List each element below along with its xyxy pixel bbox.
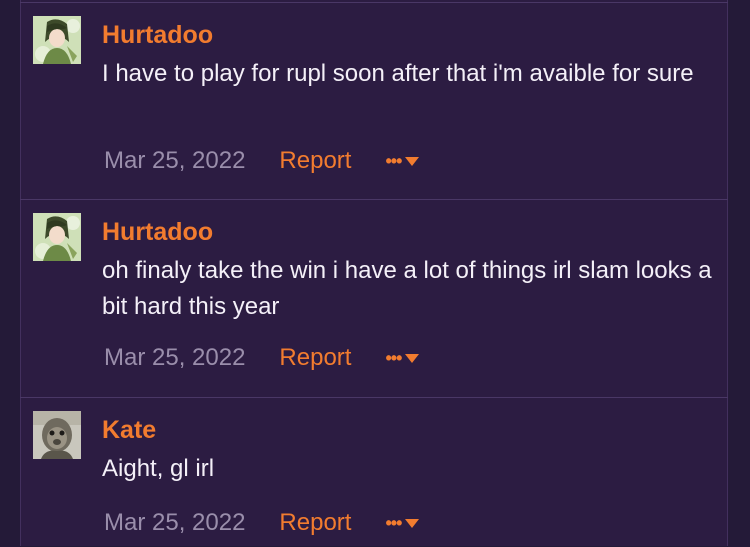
- message-text: oh finaly take the win i have a lot of t…: [102, 257, 712, 320]
- avatar[interactable]: [33, 411, 81, 459]
- message-meta: Mar 25, 2022 Report •••: [104, 146, 420, 176]
- more-options-button[interactable]: •••: [385, 348, 420, 368]
- message-text: I have to play for rupl soon after that …: [102, 60, 694, 87]
- message-date[interactable]: Mar 25, 2022: [104, 344, 245, 372]
- message-meta: Mar 25, 2022 Report •••: [104, 508, 420, 538]
- author-name[interactable]: Hurtadoo: [102, 20, 213, 50]
- ellipsis-icon: •••: [385, 348, 402, 368]
- message-post: Kate Aight, gl irl Mar 25, 2022 Report •…: [20, 397, 728, 547]
- anime-character-avatar-icon: [33, 16, 81, 64]
- monkey-avatar-icon: [33, 411, 81, 459]
- chevron-down-icon: [405, 156, 420, 166]
- report-link[interactable]: Report: [279, 509, 351, 537]
- ellipsis-icon: •••: [385, 513, 402, 533]
- message-date[interactable]: Mar 25, 2022: [104, 147, 245, 175]
- message-post: Hurtadoo I have to play for rupl soon af…: [20, 2, 728, 200]
- avatar[interactable]: [33, 16, 81, 64]
- thread-page: Hurtadoo I have to play for rupl soon af…: [0, 0, 750, 546]
- author-name[interactable]: Kate: [102, 415, 156, 445]
- more-options-button[interactable]: •••: [385, 151, 420, 171]
- author-name[interactable]: Hurtadoo: [102, 217, 213, 247]
- anime-character-avatar-icon: [33, 213, 81, 261]
- message-date[interactable]: Mar 25, 2022: [104, 509, 245, 537]
- message-meta: Mar 25, 2022 Report •••: [104, 343, 420, 373]
- report-link[interactable]: Report: [279, 344, 351, 372]
- message-text: Aight, gl irl: [102, 455, 215, 482]
- ellipsis-icon: •••: [385, 151, 402, 171]
- chevron-down-icon: [405, 518, 420, 528]
- message-post: Hurtadoo oh finaly take the win i have a…: [20, 199, 728, 399]
- chevron-down-icon: [405, 353, 420, 363]
- more-options-button[interactable]: •••: [385, 513, 420, 533]
- report-link[interactable]: Report: [279, 147, 351, 175]
- avatar[interactable]: [33, 213, 81, 261]
